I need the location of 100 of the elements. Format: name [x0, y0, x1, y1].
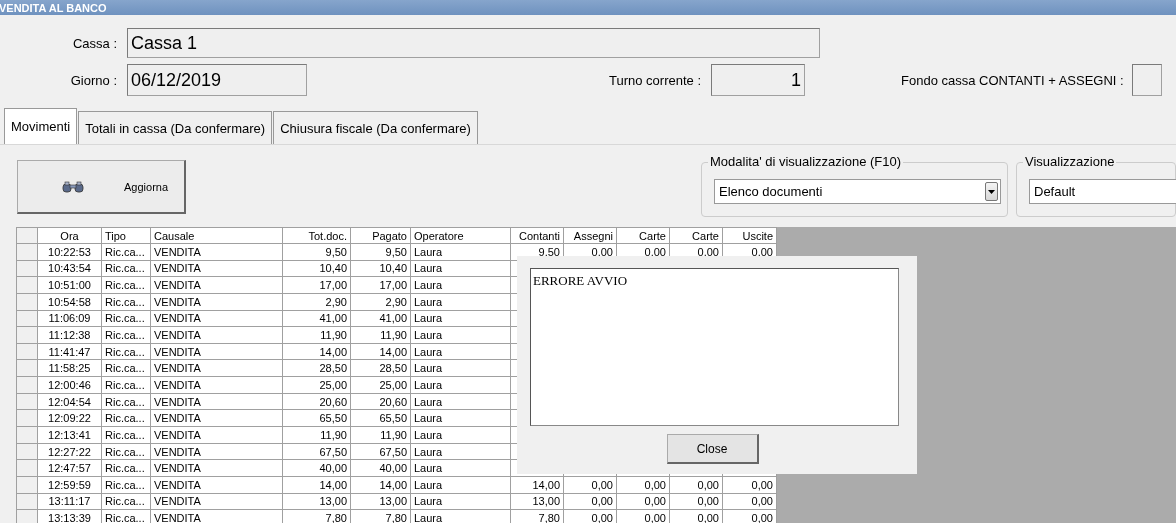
table-cell: Laura [410, 276, 511, 294]
table-cell: 9,50 [282, 243, 351, 261]
table-cell: Ric.ca... [101, 393, 151, 410]
cash-fund-field[interactable] [1131, 64, 1162, 96]
column-header[interactable]: Ora [37, 227, 102, 244]
column-header[interactable]: Carte [669, 227, 723, 244]
table-cell: VENDITA [150, 243, 283, 261]
table-cell: Ric.ca... [101, 426, 151, 444]
table-cell: 0,00 [722, 476, 777, 494]
table-cell: Ric.ca... [101, 476, 151, 494]
table-cell: Laura [410, 376, 511, 394]
table-cell: 40,00 [350, 459, 411, 477]
refresh-button[interactable]: Aggiorna [17, 160, 186, 214]
table-cell: VENDITA [150, 393, 283, 410]
table-cell: 12:59:59 [37, 476, 102, 494]
table-cell: 0,00 [722, 493, 777, 510]
table-cell: 28,50 [282, 360, 351, 377]
table-cell: 10,40 [350, 260, 411, 277]
table-cell: Ric.ca... [101, 310, 151, 327]
table-cell: Ric.ca... [101, 376, 151, 394]
column-header[interactable]: Tipo [101, 227, 151, 244]
table-cell: 12:00:46 [37, 376, 102, 394]
shift-label: Turno corrente : [609, 72, 701, 88]
giorno-label: Giorno : [69, 72, 117, 88]
table-cell: Ric.ca... [101, 360, 151, 377]
column-header[interactable]: Operatore [410, 227, 511, 244]
table-cell: VENDITA [150, 360, 283, 377]
message-box: ERRORE AVVIO [530, 268, 899, 426]
table-cell: 14,00 [510, 476, 564, 494]
table-cell: 13:11:17 [37, 493, 102, 510]
table-cell: 11,90 [350, 426, 411, 444]
tab[interactable]: Movimenti [4, 108, 78, 144]
tab[interactable]: Chiusura fiscale (Da confermare) [273, 111, 478, 144]
table-cell: 0,00 [563, 493, 617, 510]
column-header[interactable]: Contanti [510, 227, 564, 244]
group-title: Visualizzazione [1023, 154, 1117, 169]
table-cell: 65,50 [282, 409, 351, 427]
table-cell: Laura [410, 493, 511, 510]
table-cell: Ric.ca... [101, 326, 151, 344]
table-cell: 67,50 [282, 443, 351, 460]
table-cell: 28,50 [350, 360, 411, 377]
table-cell: VENDITA [150, 459, 283, 477]
table-cell: VENDITA [150, 493, 283, 510]
cash-fund-label: Fondo cassa CONTANTI + ASSEGNI : [901, 72, 1124, 88]
table-cell: 2,90 [282, 293, 351, 311]
table-cell: VENDITA [150, 443, 283, 460]
table-cell: VENDITA [150, 409, 283, 427]
view-mode-dropdown[interactable]: Elenco documenti [714, 179, 1001, 204]
column-header[interactable]: Causale [150, 227, 283, 244]
table-cell: Ric.ca... [101, 443, 151, 460]
table-cell: 12:09:22 [37, 409, 102, 427]
table-cell: 12:27:22 [37, 443, 102, 460]
table-cell: 0,00 [669, 476, 723, 494]
table-cell: Laura [410, 293, 511, 311]
table-cell: Ric.ca... [101, 459, 151, 477]
table-cell: Laura [410, 243, 511, 261]
table-cell: Ric.ca... [101, 260, 151, 277]
table-cell: 10:43:54 [37, 260, 102, 277]
cassa-label: Cassa : [71, 35, 117, 51]
column-header[interactable]: Uscite [722, 227, 777, 244]
table-cell: 20,60 [282, 393, 351, 410]
table-cell: VENDITA [150, 310, 283, 327]
table-cell: 13,00 [282, 493, 351, 510]
close-button[interactable]: Close [666, 434, 759, 464]
table-corner [16, 227, 38, 244]
table-cell: VENDITA [150, 326, 283, 344]
table-cell: Ric.ca... [101, 293, 151, 311]
table-cell: VENDITA [150, 293, 283, 311]
column-header[interactable]: Tot.doc. [282, 227, 351, 244]
table-cell: Ric.ca... [101, 243, 151, 261]
table-cell: 14,00 [350, 343, 411, 360]
table-cell: Laura [410, 443, 511, 460]
table-cell: Laura [410, 393, 511, 410]
table-cell: 11:41:47 [37, 343, 102, 360]
tab[interactable]: Totali in cassa (Da confermare) [78, 111, 273, 144]
table-cell: 14,00 [350, 476, 411, 494]
table-cell: 13,00 [350, 493, 411, 510]
shift-field[interactable]: 1 [711, 64, 805, 96]
date-field[interactable]: 06/12/2019 [127, 64, 307, 96]
table-cell: VENDITA [150, 426, 283, 444]
table-cell: Ric.ca... [101, 343, 151, 360]
cassa-field[interactable]: Cassa 1 [127, 28, 820, 58]
table-cell: 11,90 [282, 326, 351, 344]
column-header[interactable]: Pagato [350, 227, 411, 244]
table-cell: 20,60 [350, 393, 411, 410]
table-cell: Laura [410, 360, 511, 377]
table-cell: Laura [410, 476, 511, 494]
table-cell: 10,40 [282, 260, 351, 277]
column-header[interactable]: Assegni [563, 227, 617, 244]
table-cell: Laura [410, 310, 511, 327]
table-cell: Ric.ca... [101, 409, 151, 427]
table-cell: 0,00 [616, 493, 670, 510]
column-header[interactable]: Carte [616, 227, 670, 244]
table-cell: 14,00 [282, 476, 351, 494]
view-mode-dropdown[interactable]: Default [1029, 179, 1176, 204]
table-cell: 10:22:53 [37, 243, 102, 261]
table-cell: 40,00 [282, 459, 351, 477]
table-cell: Laura [410, 409, 511, 427]
table-cell: 12:13:41 [37, 426, 102, 444]
table-cell: Laura [410, 326, 511, 344]
